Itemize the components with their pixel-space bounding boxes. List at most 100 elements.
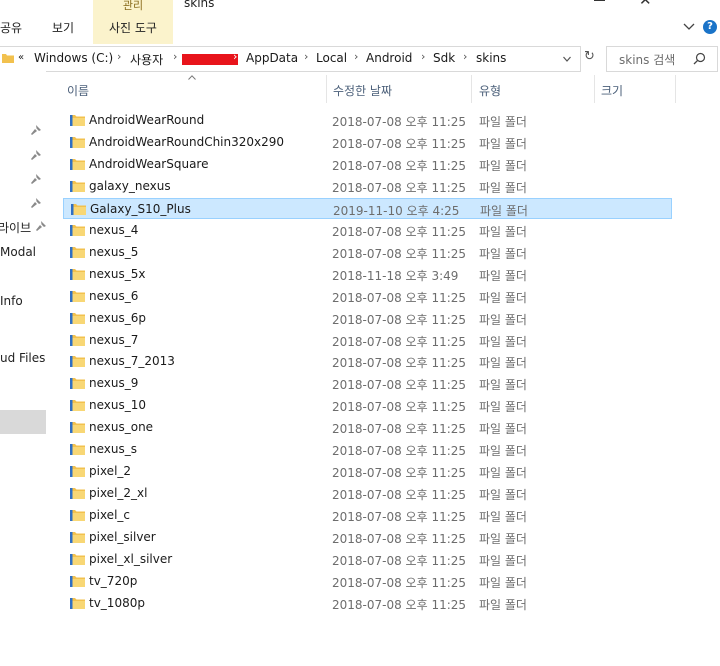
nav-item-modal[interactable]: Modal <box>0 245 36 259</box>
file-row[interactable]: pixel_2_xl 2018-07-08 오후 11:25 파일 폴더 <box>63 483 672 504</box>
search-input[interactable]: skins 검색 <box>619 51 675 68</box>
file-name[interactable]: pixel_2 <box>89 464 131 478</box>
file-row[interactable]: pixel_xl_silver 2018-07-08 오후 11:25 파일 폴더 <box>63 549 672 570</box>
breadcrumb-appdata[interactable]: AppData <box>246 51 298 65</box>
breadcrumb-users[interactable]: 사용자 <box>130 51 163 68</box>
pin-icon[interactable] <box>31 198 41 208</box>
file-row[interactable]: tv_1080p 2018-07-08 오후 11:25 파일 폴더 <box>63 593 672 614</box>
tab-share[interactable]: 공유 <box>0 19 22 36</box>
file-row[interactable]: nexus_5 2018-07-08 오후 11:25 파일 폴더 <box>63 242 672 263</box>
file-name[interactable]: nexus_7 <box>89 333 138 347</box>
file-date-modified: 2019-11-10 오후 4:25 <box>333 203 460 218</box>
pin-icon[interactable] <box>36 221 46 231</box>
folder-icon <box>70 532 85 544</box>
file-name[interactable]: tv_1080p <box>89 596 145 610</box>
breadcrumb-android[interactable]: Android <box>366 51 412 65</box>
file-name[interactable]: pixel_silver <box>89 530 156 544</box>
nav-item-selected[interactable] <box>0 410 46 434</box>
file-type: 파일 폴더 <box>479 597 527 612</box>
breadcrumb-separator[interactable]: › <box>463 50 467 63</box>
file-row[interactable]: pixel_silver 2018-07-08 오후 11:25 파일 폴더 <box>63 527 672 548</box>
search-icon[interactable] <box>693 52 706 65</box>
file-row[interactable]: nexus_10 2018-07-08 오후 11:25 파일 폴더 <box>63 395 672 416</box>
file-name[interactable]: AndroidWearRoundChin320x290 <box>89 135 284 149</box>
file-row[interactable]: nexus_7_2013 2018-07-08 오후 11:25 파일 폴더 <box>63 351 672 372</box>
file-row[interactable]: AndroidWearRoundChin320x290 2018-07-08 오후… <box>63 132 672 153</box>
file-date-modified: 2018-07-08 오후 11:25 <box>332 378 467 393</box>
file-name[interactable]: nexus_6p <box>89 311 146 325</box>
help-icon[interactable]: ? <box>703 20 717 34</box>
file-name[interactable]: pixel_2_xl <box>89 486 147 500</box>
folder-icon <box>70 378 85 390</box>
file-name[interactable]: galaxy_nexus <box>89 179 171 193</box>
file-row[interactable]: galaxy_nexus 2018-07-08 오후 11:25 파일 폴더 <box>63 176 672 197</box>
column-header-type[interactable]: 유형 <box>473 75 595 103</box>
file-row[interactable]: nexus_7 2018-07-08 오후 11:25 파일 폴더 <box>63 330 672 351</box>
tab-view[interactable]: 보기 <box>52 19 74 36</box>
file-name[interactable]: pixel_c <box>89 508 130 522</box>
file-row[interactable]: AndroidWearSquare 2018-07-08 오후 11:25 파일 폴… <box>63 154 672 175</box>
file-name[interactable]: tv_720p <box>89 574 137 588</box>
file-name[interactable]: nexus_5 <box>89 245 138 259</box>
file-name[interactable]: pixel_xl_silver <box>89 552 172 566</box>
column-header-name[interactable]: 이름 <box>61 75 327 103</box>
breadcrumb-separator[interactable]: › <box>354 50 358 63</box>
breadcrumb-separator[interactable]: › <box>304 50 308 63</box>
file-row[interactable]: pixel_2 2018-07-08 오후 11:25 파일 폴더 <box>63 461 672 482</box>
file-row[interactable]: AndroidWearRound 2018-07-08 오후 11:25 파일 폴더 <box>63 110 672 131</box>
breadcrumb-overflow[interactable]: « <box>18 52 24 63</box>
file-row[interactable]: tv_720p 2018-07-08 오후 11:25 파일 폴더 <box>63 571 672 592</box>
file-name[interactable]: nexus_s <box>89 442 137 456</box>
breadcrumb-separator[interactable]: › <box>233 50 237 63</box>
window-title: skins <box>184 0 215 10</box>
file-name[interactable]: nexus_one <box>89 420 153 434</box>
breadcrumb-separator[interactable]: › <box>173 50 177 63</box>
file-name[interactable]: nexus_6 <box>89 289 138 303</box>
file-name[interactable]: nexus_5x <box>89 267 145 281</box>
refresh-icon[interactable]: ↻ <box>584 49 598 65</box>
file-type: 파일 폴더 <box>479 356 527 371</box>
breadcrumb-separator[interactable]: › <box>421 50 425 63</box>
pin-icon[interactable] <box>31 150 41 160</box>
breadcrumb-local[interactable]: Local <box>316 51 347 65</box>
breadcrumb-separator[interactable]: › <box>117 50 121 63</box>
file-row[interactable]: nexus_9 2018-07-08 오후 11:25 파일 폴더 <box>63 373 672 394</box>
file-name[interactable]: nexus_10 <box>89 398 146 412</box>
file-name[interactable]: nexus_4 <box>89 223 138 237</box>
file-name[interactable]: nexus_9 <box>89 376 138 390</box>
tab-picture-tools[interactable]: 사진 도구 <box>93 19 173 36</box>
chevron-down-icon[interactable] <box>563 56 571 62</box>
search-box[interactable]: skins 검색 <box>606 46 718 72</box>
chevron-down-icon[interactable] <box>683 21 695 31</box>
address-bar[interactable]: « Windows (C:) › 사용자 › › AppData › Local… <box>0 46 581 72</box>
file-name[interactable]: nexus_7_2013 <box>89 354 175 368</box>
file-row[interactable]: nexus_4 2018-07-08 오후 11:25 파일 폴더 <box>63 220 672 241</box>
folder-icon <box>70 597 85 609</box>
file-row[interactable]: nexus_6 2018-07-08 오후 11:25 파일 폴더 <box>63 286 672 307</box>
nav-item-info[interactable]: Info <box>0 294 23 308</box>
folder-icon <box>70 466 85 478</box>
file-row[interactable]: Galaxy_S10_Plus 2019-11-10 오후 4:25 파일 폴더 <box>63 197 672 219</box>
file-row[interactable]: nexus_6p 2018-07-08 오후 11:25 파일 폴더 <box>63 308 672 329</box>
folder-icon <box>71 203 86 215</box>
breadcrumb-sdk[interactable]: Sdk <box>433 51 455 65</box>
file-name[interactable]: AndroidWearSquare <box>89 157 208 171</box>
breadcrumb-skins[interactable]: skins <box>476 51 506 65</box>
nav-item-cloud-files[interactable]: ud Files <box>0 351 45 365</box>
breadcrumb-windows-c[interactable]: Windows (C:) <box>34 51 113 65</box>
file-row[interactable]: pixel_c 2018-07-08 오후 11:25 파일 폴더 <box>63 505 672 526</box>
nav-item-library[interactable]: 라이브 <box>0 219 31 236</box>
minimize-icon[interactable] <box>594 0 605 1</box>
file-row[interactable]: nexus_s 2018-07-08 오후 11:25 파일 폴더 <box>63 439 672 460</box>
column-header-size[interactable]: 크기 <box>595 75 676 103</box>
file-type: 파일 폴더 <box>479 400 527 415</box>
file-date-modified: 2018-07-08 오후 11:25 <box>332 510 467 525</box>
column-header-date-modified[interactable]: 수정한 날짜 <box>327 75 472 103</box>
file-row[interactable]: nexus_one 2018-07-08 오후 11:25 파일 폴더 <box>63 417 672 438</box>
file-name[interactable]: AndroidWearRound <box>89 113 204 127</box>
file-name[interactable]: Galaxy_S10_Plus <box>90 202 191 216</box>
pin-icon[interactable] <box>31 174 41 184</box>
close-icon[interactable]: ✕ <box>639 0 652 8</box>
pin-icon[interactable] <box>31 125 41 135</box>
file-row[interactable]: nexus_5x 2018-11-18 오후 3:49 파일 폴더 <box>63 264 672 285</box>
